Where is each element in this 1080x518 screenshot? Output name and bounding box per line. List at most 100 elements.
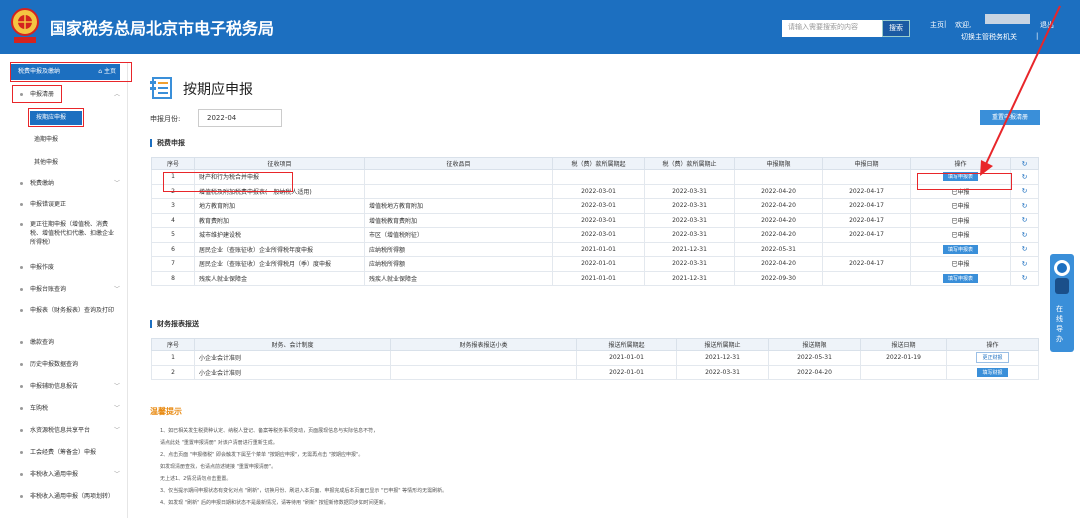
refresh-icon[interactable]: ↻ xyxy=(1022,202,1028,210)
separator: | xyxy=(944,20,947,28)
col-header: 报送所属期起 xyxy=(576,338,677,351)
online-guide-panel[interactable]: 在线导办 xyxy=(1050,254,1074,352)
cell-sub: 应纳税所得额 xyxy=(364,241,553,257)
bullet-icon xyxy=(20,223,23,226)
cell-system: 小企业会计准则 xyxy=(194,364,391,380)
cell-no: 6 xyxy=(151,241,195,257)
highlight-box xyxy=(12,85,62,103)
period-input[interactable]: 2022-04 xyxy=(198,109,282,127)
table-row: 2 小企业会计准则 2022-01-01 2022-03-31 2022-04-20 填写… xyxy=(151,364,1039,380)
sidebar-subitem-overdue[interactable]: 逾期申报 xyxy=(34,134,58,143)
col-header: 财务报表报送小类 xyxy=(390,338,577,351)
sidebar-item-payment-query[interactable]: 缴款查询 xyxy=(0,338,128,347)
sidebar-subitem-other[interactable]: 其他申报 xyxy=(34,157,58,166)
status-text: 已申报 xyxy=(951,203,970,211)
sidebar-item-tax-payment[interactable]: 税费缴纳 ﹀ xyxy=(0,179,128,188)
tip-line: 无上述1、2情况请勿点击重置。 xyxy=(160,476,232,482)
cell-system: 小企业会计准则 xyxy=(194,350,391,366)
welcome-text: 欢迎, xyxy=(955,21,972,29)
cell-no: 2 xyxy=(151,364,195,380)
status-text: 已申报 xyxy=(951,261,970,269)
search-input[interactable]: 请输入需要搜索的内容 xyxy=(782,20,882,37)
financial-report-table: 序号 财务、会计制度 财务报表报送小类 报送所属期起 报送所属期止 报送期限 报… xyxy=(151,338,1039,380)
sidebar-item-history[interactable]: 历史申报数据查询 xyxy=(0,360,128,369)
chevron-down-icon: ﹀ xyxy=(113,383,120,390)
tip-line: 如发现清册查找，也请点前述链接 "重置申报清册"。 xyxy=(160,464,277,470)
bullet-icon xyxy=(20,363,23,366)
chevron-down-icon: ﹀ xyxy=(113,180,120,187)
cell-deadline xyxy=(734,169,823,185)
sidebar-item-ledger[interactable]: 申报台账查询 ﹀ xyxy=(0,285,128,294)
cell-no: 3 xyxy=(151,198,195,214)
sidebar-item-report-query[interactable]: 申报表（财务报表）查询及打印 xyxy=(0,306,118,315)
sidebar-item-error-correction[interactable]: 申报错误更正 xyxy=(0,200,128,209)
sidebar-item-void[interactable]: 申报作废 xyxy=(0,263,128,272)
cell-start: 2021-01-01 xyxy=(552,241,645,257)
cell-date xyxy=(822,169,911,185)
col-header: 操作 xyxy=(946,338,1039,351)
cell-end: 2021-12-31 xyxy=(644,241,735,257)
refresh-icon[interactable]: ↻ xyxy=(1022,187,1028,195)
refresh-icon[interactable]: ↻ xyxy=(1022,216,1028,224)
top-header: 国家税务总局北京市电子税务局 请输入需要搜索的内容 搜索 主页 | 欢迎, 退出… xyxy=(0,0,1080,54)
chevron-down-icon: ﹀ xyxy=(113,471,120,478)
tax-section-title: 税费申报 xyxy=(150,139,185,147)
cell-no: 1 xyxy=(151,350,195,366)
refresh-icon[interactable]: ↻ xyxy=(1022,260,1028,268)
switch-org-link[interactable]: 切换主管税务机关 xyxy=(961,32,1017,42)
sidebar-item-aux-report[interactable]: 申报辅助信息报告 ﹀ xyxy=(0,382,128,391)
bullet-icon xyxy=(20,182,23,185)
bullet-icon xyxy=(20,288,23,291)
refresh-all-icon[interactable]: ↻ xyxy=(1010,157,1039,170)
fill-declaration-button[interactable]: 填写申报表 xyxy=(942,244,978,254)
refresh-icon[interactable]: ↻ xyxy=(1022,274,1028,282)
sidebar-item-water-resource[interactable]: 水资源税信息共享平台 ﹀ xyxy=(0,426,128,435)
table-row: 6 居民企业（查账征收）企业所得税年度申报 应纳税所得额 2021-01-01 2021… xyxy=(151,241,1039,257)
logout-link[interactable]: 退出 xyxy=(1040,20,1054,30)
correct-report-button[interactable]: 更正财报 xyxy=(976,352,1009,364)
bullet-icon xyxy=(20,309,23,312)
cell-sub: 市区（增值税附征） xyxy=(364,227,553,243)
table-row: 8 残疾人就业保障金 残疾人就业保障金 2021-01-01 2021-12-31 202… xyxy=(151,270,1039,286)
refresh-icon[interactable]: ↻ xyxy=(1022,173,1028,181)
cell-deadline: 2022-04-20 xyxy=(768,364,861,380)
cell-deadline: 2022-05-31 xyxy=(734,241,823,257)
cell-deadline: 2022-04-20 xyxy=(734,256,823,272)
sidebar-item-nontax[interactable]: 非税收入通用申报 ﹀ xyxy=(0,470,128,479)
col-header: 报送期限 xyxy=(768,338,861,351)
reset-list-button[interactable]: 重置申报清册 xyxy=(980,110,1040,125)
sidebar-item-nontax-transfer[interactable]: 非税收入通用申报（两项划转） xyxy=(0,492,118,501)
sidebar-item-vehicle-tax[interactable]: 车购税 ﹀ xyxy=(0,404,128,413)
refresh-cell: ↻ xyxy=(1010,256,1039,272)
cell-start: 2022-03-01 xyxy=(552,212,645,228)
fill-declaration-button[interactable]: 填写申报表 xyxy=(942,273,978,283)
cell-sub xyxy=(390,364,577,380)
cell-date: 2022-04-17 xyxy=(822,256,911,272)
fill-report-button[interactable]: 填写财报 xyxy=(977,367,1008,377)
tip-line[interactable]: 请点此处 "重置申报清册" 对该户清册进行重新生成。 xyxy=(160,439,278,446)
cell-item: 居民企业（查账征收）企业所得税月（季）度申报 xyxy=(194,256,365,272)
cell-date: 2022-04-17 xyxy=(822,198,911,214)
cell-end: 2021-12-31 xyxy=(644,270,735,286)
cell-sub xyxy=(364,169,553,185)
search-button[interactable]: 搜索 xyxy=(882,20,910,37)
col-header: 序号 xyxy=(151,338,195,351)
cell-deadline: 2022-04-20 xyxy=(734,183,823,199)
table-row: 5 城市维护建设税 市区（增值税附征） 2022-03-01 2022-03-31 202… xyxy=(151,227,1039,243)
cell-start: 2022-03-01 xyxy=(552,198,645,214)
table-row: 4 教育费附加 增值税教育费附加 2022-03-01 2022-03-31 2022-0… xyxy=(151,212,1039,228)
home-link[interactable]: 主页 xyxy=(930,20,944,30)
username-masked xyxy=(985,14,1030,24)
refresh-icon[interactable]: ↻ xyxy=(1022,245,1028,253)
cell-deadline: 2022-05-31 xyxy=(768,350,861,366)
bullet-icon xyxy=(20,385,23,388)
col-header: 操作 xyxy=(910,157,1011,170)
col-header: 税（费）款所属期起 xyxy=(552,157,645,170)
sidebar-item-union-fee[interactable]: 工会经费（筹备金）申报 xyxy=(0,448,128,457)
table-header-row: 序号 财务、会计制度 财务报表报送小类 报送所属期起 报送所属期止 报送期限 报… xyxy=(151,338,1039,351)
refresh-icon[interactable]: ↻ xyxy=(1022,231,1028,239)
col-header: 申报日期 xyxy=(822,157,911,170)
sidebar-item-correct-past[interactable]: 更正往期申报（增值税、消费税、增值税代扣代缴、扣缴企业所得税） xyxy=(0,220,118,247)
refresh-cell: ↻ xyxy=(1010,183,1039,199)
highlight-box xyxy=(917,173,1012,190)
